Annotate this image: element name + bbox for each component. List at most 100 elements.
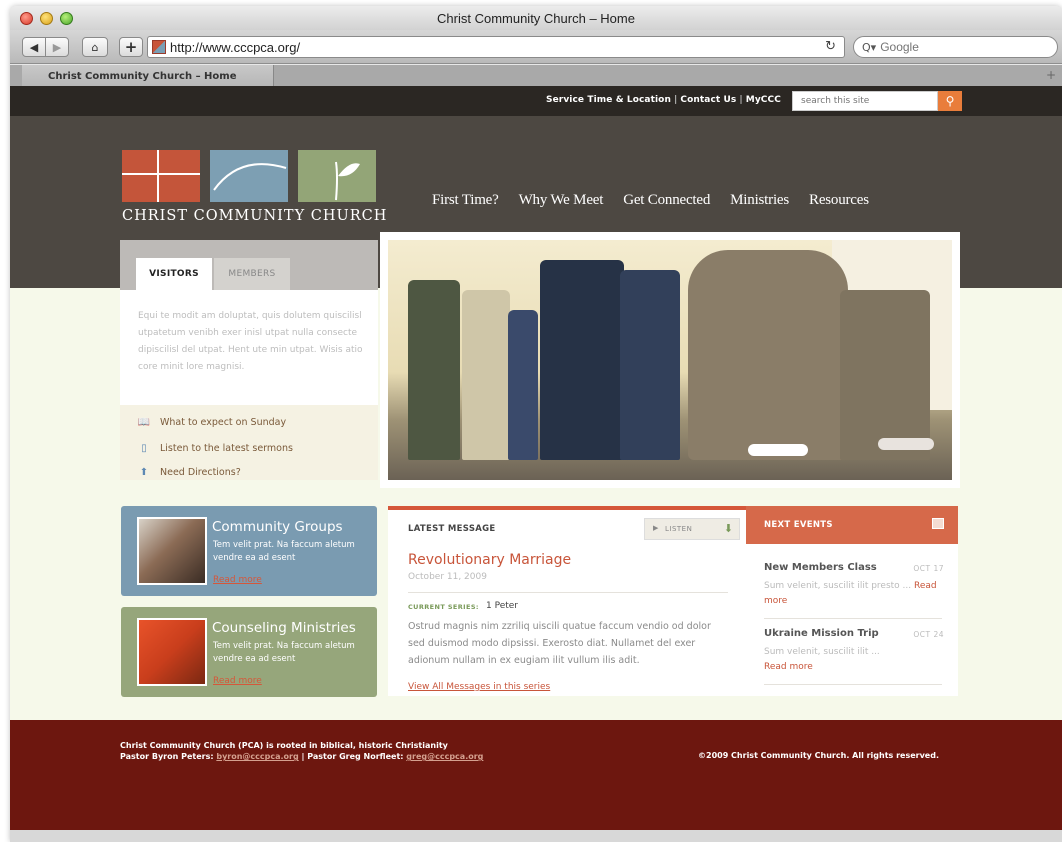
listen-label: LISTEN	[665, 525, 693, 533]
footer-info: Christ Community Church (PCA) is rooted …	[120, 740, 483, 762]
counseling-thumbnail	[137, 618, 207, 686]
browser-search-field[interactable]: Q▾	[853, 36, 1058, 58]
utility-link-service-time[interactable]: Service Time & Location	[546, 95, 671, 105]
listen-button[interactable]: ▶ LISTEN ⬇	[644, 518, 740, 540]
link-label: Need Directions?	[160, 466, 241, 478]
forward-button[interactable]: ▶	[45, 37, 69, 57]
search-icon: Q▾	[862, 40, 877, 54]
events-heading: NEXT EVENTS	[764, 520, 833, 530]
nav-first-time[interactable]: First Time?	[432, 192, 499, 209]
browser-tab[interactable]: Christ Community Church – Home	[22, 65, 274, 87]
arrow-right-icon: ▶	[52, 40, 62, 54]
pastor1-email-link[interactable]: byron@cccpca.org	[216, 752, 298, 761]
series-value: 1 Peter	[486, 601, 518, 611]
visitor-tabs: VISITORS MEMBERS	[120, 240, 378, 290]
home-icon: ⌂	[91, 40, 99, 54]
nav-why-we-meet[interactable]: Why We Meet	[519, 192, 604, 209]
download-icon[interactable]: ⬇	[724, 522, 733, 535]
new-tab-icon[interactable]: +	[1046, 68, 1056, 82]
nav-resources[interactable]: Resources	[809, 192, 869, 209]
title-bar: Christ Community Church – Home	[10, 6, 1062, 30]
logo-wave-icon	[210, 150, 288, 202]
browser-window: Christ Community Church – Home ◀ ▶ ⌂ + h…	[10, 6, 1062, 842]
event-desc: Sum velenit, suscilit ilit presto ... Re…	[764, 581, 937, 607]
site-search-input[interactable]	[792, 91, 938, 111]
pastor2-email-link[interactable]: greg@cccpca.org	[406, 752, 483, 761]
ministry-title: Community Groups	[212, 519, 343, 535]
latest-message-heading: LATEST MESSAGE	[408, 524, 496, 534]
browser-search-input[interactable]	[880, 40, 1031, 54]
book-icon: 📖	[137, 416, 151, 428]
main-nav: First Time? Why We Meet Get Connected Mi…	[432, 192, 869, 209]
document-icon: ▯	[141, 442, 147, 454]
url-text[interactable]: http://www.cccpca.org/	[170, 40, 300, 55]
arrow-left-icon: ◀	[29, 40, 39, 54]
back-button[interactable]: ◀	[22, 37, 46, 57]
series-label: CURRENT SERIES:	[408, 603, 479, 611]
calendar-icon[interactable]	[932, 518, 944, 529]
copyright: ©2009 Christ Community Church. All right…	[698, 751, 939, 760]
tab-members[interactable]: MEMBERS	[214, 258, 290, 290]
link-what-to-expect[interactable]: 📖 What to expect on Sunday	[138, 411, 286, 433]
events-header: NEXT EVENTS	[746, 506, 958, 544]
logo-cross-icon	[122, 150, 200, 202]
hero-image	[388, 240, 952, 480]
window-title: Christ Community Church – Home	[437, 11, 635, 26]
community-groups-thumbnail	[137, 517, 207, 585]
read-more-link[interactable]: Read more	[213, 575, 262, 585]
visitor-links: 📖 What to expect on Sunday ▯ Listen to t…	[120, 405, 378, 480]
next-events-box: NEXT EVENTS New Members Class OCT 17 Sum…	[746, 506, 958, 696]
directions-icon: ⬆	[139, 466, 149, 478]
utility-link-contact[interactable]: Contact Us	[680, 95, 736, 105]
divider	[764, 618, 942, 619]
utility-links: Service Time & Location | Contact Us | MyCCC	[546, 95, 781, 105]
ministry-title: Counseling Ministries	[212, 620, 356, 636]
link-label: What to expect on Sunday	[160, 416, 287, 428]
divider	[408, 592, 728, 593]
footer-statement: Christ Community Church (PCA) is rooted …	[120, 741, 448, 750]
address-bar[interactable]: http://www.cccpca.org/ ↻	[147, 36, 845, 58]
nav-get-connected[interactable]: Get Connected	[623, 192, 710, 209]
site-footer: Christ Community Church (PCA) is rooted …	[10, 720, 1062, 830]
hero-photo	[380, 232, 960, 488]
reload-icon[interactable]: ↻	[825, 39, 836, 54]
tab-bar: Christ Community Church – Home +	[10, 65, 1062, 87]
read-more-link[interactable]: Read more	[764, 662, 813, 672]
link-label: Listen to the latest sermons	[160, 442, 293, 454]
event-desc: Sum velenit, suscilit ilit ... Read more	[764, 647, 880, 673]
utility-bar: Service Time & Location | Contact Us | MyCCC…	[10, 86, 1062, 116]
play-icon: ▶	[653, 524, 659, 532]
site-search-button[interactable]: ⚲	[938, 91, 962, 111]
search-icon: ⚲	[945, 94, 955, 108]
event-date: OCT 24	[913, 630, 944, 639]
visitor-panel: VISITORS MEMBERS Equi te modit am dolupt…	[120, 240, 378, 480]
event-item[interactable]: New Members Class OCT 17 Sum velenit, su…	[764, 562, 944, 610]
logo-sprout-icon	[298, 150, 376, 202]
read-more-link[interactable]: Read more	[213, 676, 262, 686]
counseling-ministries-box[interactable]: Counseling Ministries Tem velit prat. Na…	[121, 607, 377, 697]
utility-link-myccc[interactable]: MyCCC	[746, 95, 781, 105]
add-bookmark-button[interactable]: +	[119, 37, 143, 57]
footer-pastors: Pastor Byron Peters: byron@cccpca.org | …	[120, 752, 484, 762]
latest-message-box: LATEST MESSAGE ▶ LISTEN ⬇ Revolutionary …	[388, 506, 746, 696]
message-title[interactable]: Revolutionary Marriage	[408, 552, 571, 568]
ministry-text: Tem velit prat. Na faccum aletum vendre …	[213, 540, 355, 563]
link-latest-sermons[interactable]: ▯ Listen to the latest sermons	[138, 437, 293, 459]
favicon-icon	[152, 40, 166, 54]
event-date: OCT 17	[913, 564, 944, 573]
view-all-messages-link[interactable]: View All Messages in this series	[408, 682, 550, 692]
divider	[764, 684, 942, 685]
link-directions[interactable]: ⬆ Need Directions?	[138, 461, 241, 483]
nav-ministries[interactable]: Ministries	[730, 192, 789, 209]
web-page: Service Time & Location | Contact Us | MyCCC…	[10, 86, 1062, 842]
logo-wordmark: CHRIST COMMUNITY CHURCH	[122, 208, 388, 224]
message-body: Ostrud magnis nim zzriliq uiscili quatue…	[408, 621, 711, 667]
community-groups-box[interactable]: Community Groups Tem velit prat. Na facc…	[121, 506, 377, 596]
visitor-intro-text: Equi te modit am doluptat, quis dolutem …	[138, 311, 363, 373]
tab-visitors[interactable]: VISITORS	[136, 258, 212, 290]
message-date: October 11, 2009	[408, 572, 487, 582]
event-item[interactable]: Ukraine Mission Trip OCT 24 Sum velenit,…	[764, 628, 944, 676]
home-button[interactable]: ⌂	[82, 37, 108, 57]
plus-icon: +	[124, 38, 138, 56]
ministry-text: Tem velit prat. Na faccum aletum vendre …	[213, 641, 355, 664]
